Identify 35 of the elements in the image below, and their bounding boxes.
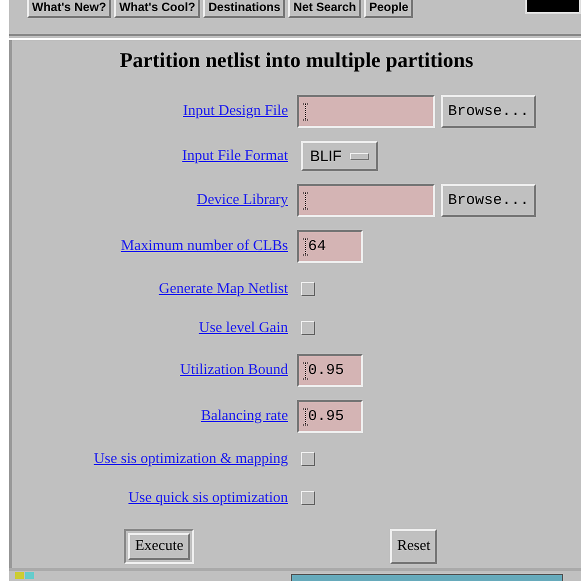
browse-button[interactable]: Browse...: [441, 184, 536, 217]
action-button[interactable]: Reset: [390, 529, 438, 564]
field-label-link[interactable]: Generate Map Netlist: [158, 280, 288, 298]
number-field[interactable]: 0.95: [297, 354, 363, 387]
file-path-field[interactable]: [297, 184, 435, 217]
text-cursor-icon: [303, 102, 308, 120]
checkbox[interactable]: [301, 452, 315, 466]
text-cursor-icon: [303, 362, 308, 380]
toolbar-button[interactable]: What's New?: [27, 0, 112, 18]
field-label-link[interactable]: Device Library: [196, 192, 288, 209]
field-label-link[interactable]: Input Design File: [183, 103, 288, 120]
toolbar-button[interactable]: People: [364, 0, 414, 18]
toolbar-button[interactable]: Net Search: [288, 0, 362, 18]
text-cursor-icon: [303, 238, 308, 256]
field-label-link[interactable]: Input File Format: [182, 148, 288, 164]
field-label-link[interactable]: Balancing rate: [200, 408, 288, 425]
checkbox[interactable]: [301, 321, 315, 335]
text-cursor-icon: [303, 408, 308, 426]
number-field[interactable]: 0.95: [297, 400, 363, 433]
form-title: Partition netlist into multiple partitions: [118, 48, 474, 73]
file-path-field[interactable]: [297, 95, 435, 128]
checkbox[interactable]: [301, 491, 315, 505]
number-field[interactable]: 64: [297, 230, 363, 263]
field-label-link[interactable]: Use sis optimization & mapping: [94, 450, 288, 468]
format-dropdown[interactable]: BLIF: [301, 141, 378, 171]
toolbar-button[interactable]: What's Cool?: [114, 0, 200, 18]
action-button[interactable]: Execute: [128, 533, 190, 560]
checkbox[interactable]: [301, 282, 315, 296]
text-cursor-icon: [303, 192, 308, 210]
field-label-link[interactable]: Maximum number of CLBs: [120, 238, 288, 255]
field-label-link[interactable]: Utilization Bound: [180, 362, 288, 379]
field-label-link[interactable]: Use quick sis optimization: [128, 490, 288, 506]
field-label-link[interactable]: Use level Gain: [198, 320, 288, 336]
browse-button[interactable]: Browse...: [441, 95, 536, 128]
toolbar-button[interactable]: Destinations: [203, 0, 286, 18]
